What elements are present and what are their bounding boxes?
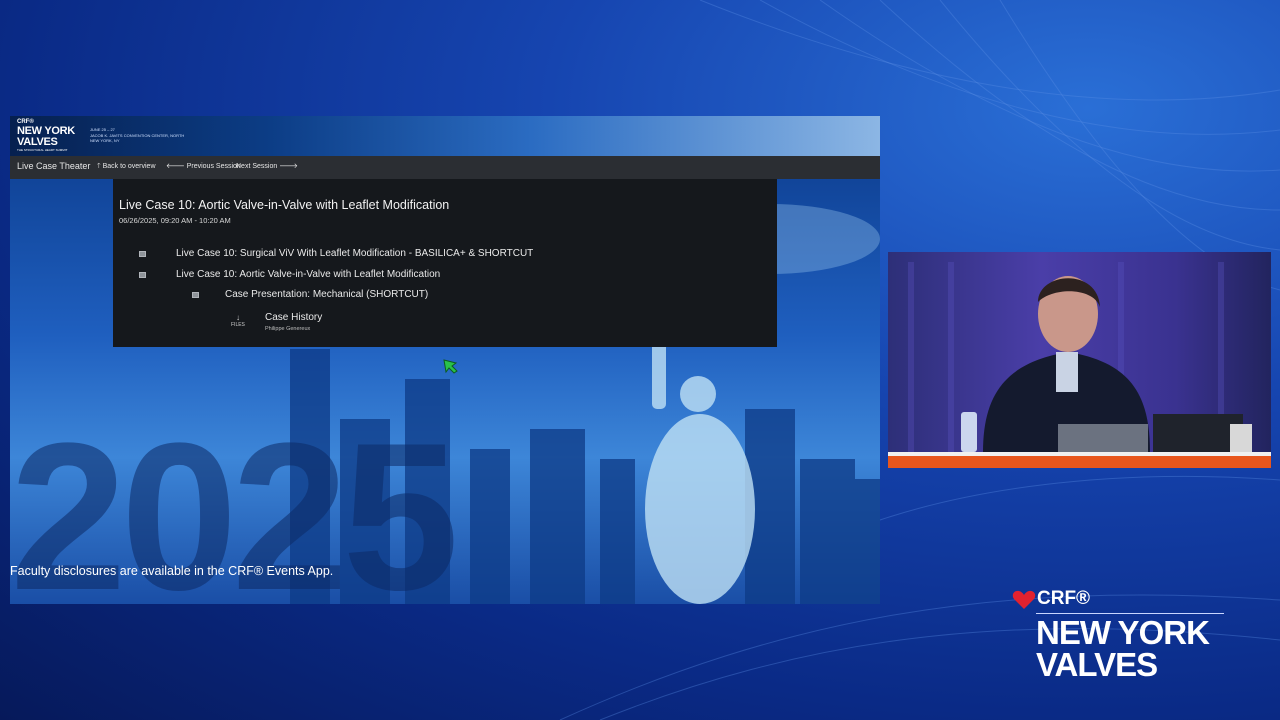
- download-arrow-icon: ↓: [235, 313, 240, 322]
- event-info: JUNE 25 – 27 JACOB K. JAVITS CONVENTION …: [90, 127, 184, 144]
- back-to-overview-link[interactable]: 🡑 Back to overview: [97, 162, 156, 172]
- session-title: Live Case 10: Aortic Valve-in-Valve with…: [119, 198, 450, 212]
- session-item-3[interactable]: Case Presentation: Mechanical (SHORTCUT): [225, 289, 428, 300]
- brand-title: NEW YORK VALVES: [1036, 614, 1210, 683]
- brand-title-line2: VALVES: [1036, 646, 1158, 683]
- speaker-video-feed: [888, 252, 1271, 468]
- speaker-image: [908, 262, 1252, 454]
- banner-title-line2: VALVES: [17, 136, 58, 148]
- files-label: FILES: [231, 322, 245, 328]
- banner-tagline: THE STRUCTURAL HEART SUMMIT: [17, 148, 68, 152]
- event-banner: CRF® NEW YORK VALVES THE STRUCTURAL HEAR…: [10, 116, 880, 156]
- session-time: 06/26/2025, 09:20 AM - 10:20 AM: [119, 216, 231, 225]
- presentation-slide: CRF® NEW YORK VALVES THE STRUCTURAL HEAR…: [10, 116, 880, 604]
- item-bullet-icon: [192, 292, 199, 298]
- faculty-disclaimer: Faculty disclosures are available in the…: [10, 564, 334, 578]
- nav-title[interactable]: Live Case Theater: [17, 161, 90, 171]
- item-bullet-icon: [139, 272, 146, 278]
- session-panel: Live Case 10: Aortic Valve-in-Valve with…: [113, 179, 777, 347]
- case-history-title[interactable]: Case History: [265, 312, 322, 323]
- case-author: Philippe Genereux: [265, 326, 311, 332]
- item-bullet-icon: [139, 251, 146, 257]
- event-logo: CRF® NEW YORK VALVES THE STRUCTURAL HEAR…: [17, 119, 75, 152]
- heart-icon: [1012, 590, 1036, 609]
- desk-orange-edge: [888, 456, 1271, 468]
- event-city: NEW YORK, NY: [90, 138, 120, 143]
- mouse-cursor-icon: [443, 359, 458, 374]
- next-session-link[interactable]: Next Session 🡒: [236, 162, 298, 172]
- brand-crf-text: CRF®: [1037, 588, 1091, 609]
- brand-title-line1: NEW YORK: [1036, 614, 1210, 651]
- previous-session-link[interactable]: 🡐 Previous Session: [166, 162, 241, 172]
- session-item-1[interactable]: Live Case 10: Surgical ViV With Leaflet …: [176, 248, 533, 259]
- top-navbar: Live Case Theater 🡑 Back to overview 🡐 P…: [10, 156, 880, 179]
- session-item-2[interactable]: Live Case 10: Aortic Valve-in-Valve with…: [176, 269, 440, 280]
- files-download-button[interactable]: ↓ FILES: [231, 313, 245, 329]
